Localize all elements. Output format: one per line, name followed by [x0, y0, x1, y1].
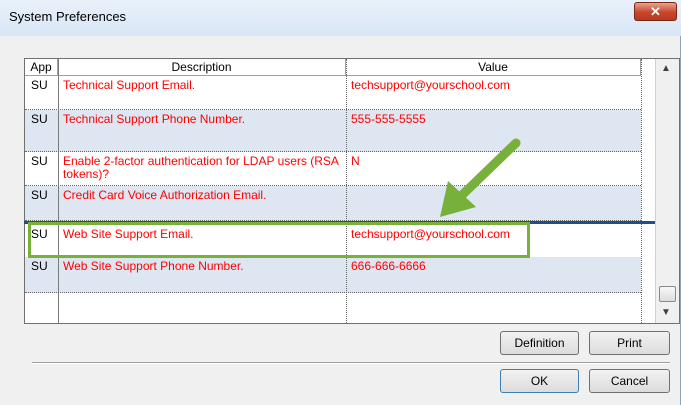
cell-app: SU [31, 112, 48, 126]
table-row[interactable]: SU Web Site Support Phone Number. 666-66… [25, 257, 641, 293]
cell-description: Technical Support Phone Number. [63, 112, 246, 126]
column-header-value[interactable]: Value [346, 59, 641, 76]
title-bar: System Preferences ✕ [0, 0, 681, 36]
cell-app: SU [31, 78, 48, 92]
vertical-scrollbar[interactable]: ▲ ▼ [655, 59, 679, 323]
table-row[interactable]: SU Technical Support Phone Number. 555-5… [25, 110, 641, 152]
system-preferences-dialog: System Preferences ✕ App Description Val… [0, 0, 681, 405]
cell-description: Web Site Support Phone Number. [63, 259, 244, 273]
cell-value[interactable]: N [351, 155, 360, 168]
cell-value[interactable]: 555-555-5555 [351, 113, 426, 126]
ok-button[interactable]: OK [500, 369, 579, 393]
column-header-app[interactable]: App [25, 59, 58, 76]
button-separator [32, 362, 670, 364]
cancel-button[interactable]: Cancel [589, 369, 670, 393]
definition-button[interactable]: Definition [500, 331, 579, 355]
cell-value[interactable]: 666-666-6666 [351, 260, 426, 273]
cell-description: Credit Card Voice Authorization Email. [63, 188, 267, 202]
highlight-annotation-box [28, 222, 530, 258]
window-title: System Preferences [9, 9, 127, 24]
cell-value[interactable]: techsupport@yourschool.com [351, 79, 510, 92]
arrow-annotation-icon [440, 138, 521, 217]
table-row[interactable]: SU Enable 2-factor authentication for LD… [25, 152, 641, 186]
preferences-grid: App Description Value SU Technical Suppo… [24, 58, 680, 324]
scroll-thumb[interactable] [659, 286, 676, 302]
table-row-empty[interactable] [25, 293, 641, 323]
cell-description: Technical Support Email. [63, 78, 196, 92]
cell-app: SU [31, 259, 48, 273]
table-row[interactable]: SU Credit Card Voice Authorization Email… [25, 186, 641, 221]
column-header-description[interactable]: Description [58, 59, 346, 76]
close-button[interactable]: ✕ [634, 2, 677, 21]
cell-description: Enable 2-factor authentication for LDAP … [63, 154, 339, 181]
scroll-down-icon[interactable]: ▼ [661, 307, 671, 318]
column-divider [58, 59, 59, 323]
column-divider [346, 59, 347, 323]
cell-app: SU [31, 154, 48, 168]
scroll-up-icon[interactable]: ▲ [661, 63, 671, 74]
cell-app: SU [31, 188, 48, 202]
print-button[interactable]: Print [589, 331, 670, 355]
column-divider [641, 59, 642, 323]
table-row[interactable]: SU Technical Support Email. techsupport@… [25, 76, 641, 110]
